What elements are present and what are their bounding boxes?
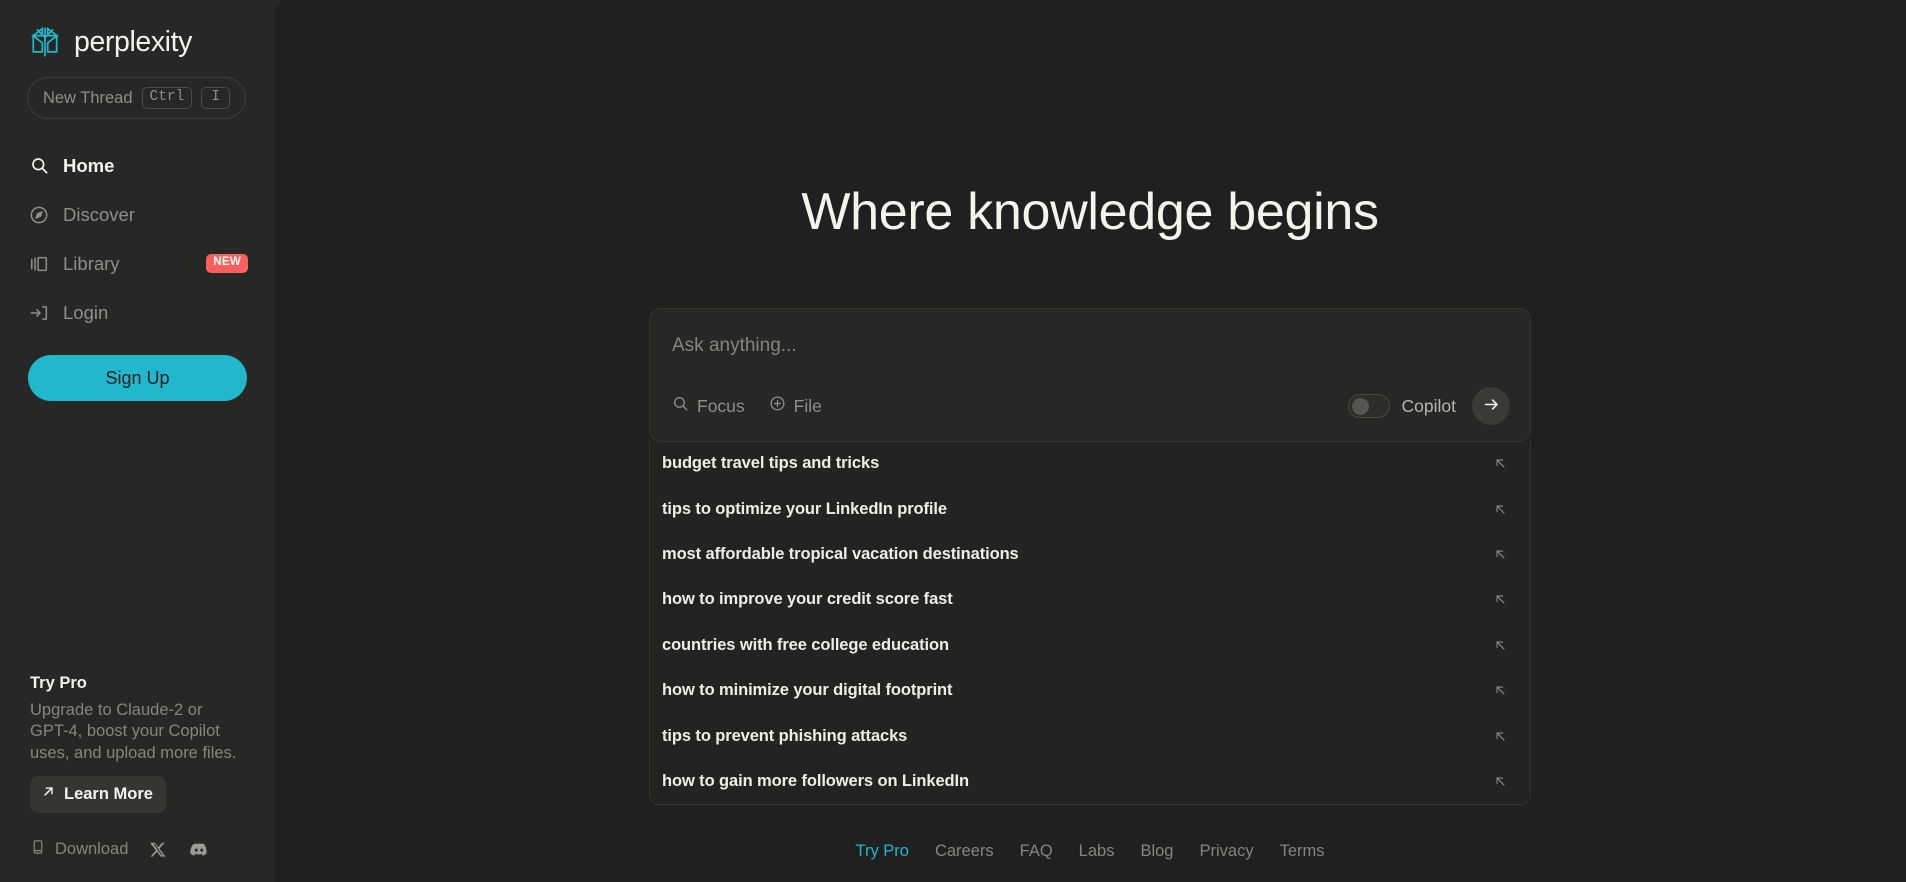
arrow-up-left-icon [1493, 592, 1508, 607]
arrow-up-left-icon [1493, 774, 1508, 789]
sidebar: perplexity New Thread Ctrl I Home Discov… [0, 0, 274, 882]
footer-link-labs[interactable]: Labs [1079, 842, 1115, 861]
list-item[interactable]: budget travel tips and tricks [650, 441, 1530, 486]
arrow-right-icon [1482, 395, 1501, 417]
footer-link-careers[interactable]: Careers [935, 842, 994, 861]
brand-name: perplexity [74, 25, 192, 58]
list-item[interactable]: how to gain more followers on LinkedIn [650, 759, 1530, 804]
arrow-up-right-icon [41, 784, 56, 804]
search-icon [28, 155, 50, 177]
arrow-up-left-icon [1493, 502, 1508, 517]
plus-circle-icon [769, 395, 786, 417]
sidebar-item-label: Home [63, 154, 115, 176]
sidebar-item-library[interactable]: Library NEW [18, 239, 256, 288]
sidebar-item-label: Library [63, 252, 120, 274]
main-content: Where knowledge begins Focus [274, 0, 1906, 882]
submit-button[interactable] [1472, 387, 1510, 425]
sidebar-item-label: Login [63, 301, 109, 323]
list-item[interactable]: tips to prevent phishing attacks [650, 713, 1530, 758]
page-title: Where knowledge begins [801, 183, 1379, 241]
arrow-up-left-icon [1493, 638, 1508, 653]
discord-icon[interactable] [189, 840, 209, 860]
arrow-up-left-icon [1493, 729, 1508, 744]
focus-button[interactable]: Focus [672, 395, 745, 417]
suggestion-text: budget travel tips and tricks [662, 454, 880, 473]
search-box: Focus File Copil [649, 308, 1531, 442]
sidebar-item-discover[interactable]: Discover [18, 190, 256, 239]
new-thread-label: New Thread [42, 88, 133, 107]
footer-links: Try Pro Careers FAQ Labs Blog Privacy Te… [855, 842, 1324, 861]
search-right-controls: Copilot [1347, 387, 1510, 425]
x-twitter-icon[interactable] [150, 841, 167, 858]
copilot-label: Copilot [1401, 395, 1456, 416]
suggestion-text: most affordable tropical vacation destin… [662, 544, 1019, 563]
sign-up-button[interactable]: Sign Up [28, 355, 247, 401]
sidebar-item-label: Discover [63, 203, 135, 225]
search-input[interactable] [672, 335, 1510, 357]
file-label: File [793, 395, 822, 416]
suggestion-text: tips to optimize your LinkedIn profile [662, 499, 947, 518]
suggestions-list: budget travel tips and tricks tips to op… [649, 441, 1531, 806]
footer-link-blog[interactable]: Blog [1140, 842, 1173, 861]
file-button[interactable]: File [769, 395, 822, 417]
learn-more-label: Learn More [64, 784, 153, 803]
library-icon [28, 253, 50, 275]
list-item[interactable]: tips to optimize your LinkedIn profile [650, 486, 1530, 531]
try-pro-description: Upgrade to Claude-2 or GPT-4, boost your… [30, 700, 237, 763]
suggestion-text: tips to prevent phishing attacks [662, 726, 908, 745]
arrow-up-left-icon [1493, 683, 1508, 698]
list-item[interactable]: countries with free college education [650, 623, 1530, 668]
footer-link-privacy[interactable]: Privacy [1199, 842, 1253, 861]
list-item[interactable]: most affordable tropical vacation destin… [650, 532, 1530, 577]
phone-icon [30, 839, 46, 860]
try-pro-promo: Try Pro Upgrade to Claude-2 or GPT-4, bo… [18, 674, 256, 813]
download-link[interactable]: Download [30, 839, 128, 860]
arrow-up-left-icon [1493, 456, 1508, 471]
footer-link-try-pro[interactable]: Try Pro [855, 842, 908, 861]
suggestion-text: countries with free college education [662, 635, 949, 654]
brand-logo[interactable]: perplexity [18, 0, 256, 66]
search-area: Focus File Copil [649, 308, 1531, 806]
suggestion-text: how to gain more followers on LinkedIn [662, 771, 969, 790]
sidebar-footer: Download [18, 839, 256, 882]
arrow-up-left-icon [1493, 547, 1508, 562]
toggle-knob [1351, 397, 1369, 415]
try-pro-title: Try Pro [30, 673, 87, 692]
copilot-toggle[interactable] [1347, 394, 1390, 418]
list-item[interactable]: how to minimize your digital footprint [650, 668, 1530, 713]
suggestion-text: how to improve your credit score fast [662, 590, 953, 609]
status-badge-new: NEW [206, 254, 248, 273]
login-arrow-icon [28, 302, 50, 324]
shortcut-ctrl: Ctrl [141, 87, 193, 109]
footer-link-terms[interactable]: Terms [1280, 842, 1325, 861]
footer-link-faq[interactable]: FAQ [1020, 842, 1053, 861]
list-item[interactable]: how to improve your credit score fast [650, 577, 1530, 622]
search-icon [672, 395, 689, 417]
shortcut-key: I [201, 87, 231, 109]
download-label: Download [55, 840, 129, 858]
search-controls: Focus File Copilot [672, 379, 1510, 441]
new-thread-button[interactable]: New Thread Ctrl I [27, 77, 246, 119]
suggestion-text: how to minimize your digital footprint [662, 681, 953, 700]
focus-label: Focus [697, 395, 745, 416]
app-root: perplexity New Thread Ctrl I Home Discov… [0, 0, 1906, 882]
compass-icon [28, 204, 50, 226]
sidebar-item-login[interactable]: Login [18, 288, 256, 337]
sidebar-item-home[interactable]: Home [18, 141, 256, 190]
learn-more-button[interactable]: Learn More [30, 776, 166, 813]
perplexity-logo-mark-icon [27, 24, 63, 60]
sidebar-nav: Home Discover Library NEW Login [18, 141, 256, 337]
